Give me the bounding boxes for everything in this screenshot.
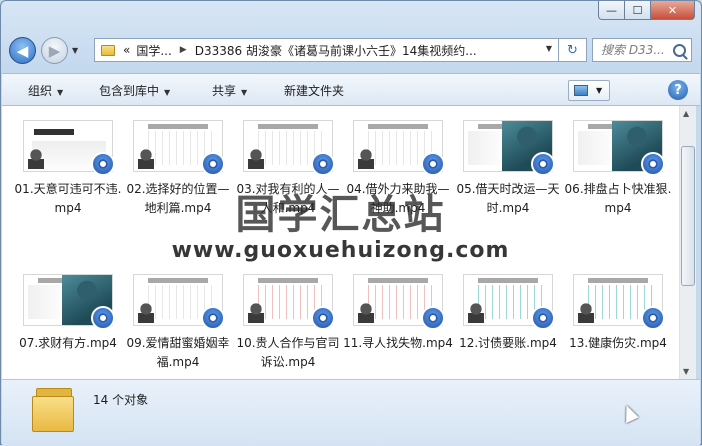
breadcrumb-item-guoxue[interactable]: 国学... (136, 42, 171, 59)
media-player-icon (311, 152, 335, 176)
minimize-button[interactable]: — (598, 1, 625, 20)
vertical-scrollbar[interactable]: ▲ ▼ (679, 106, 696, 379)
file-name: 04.借外力来助我—神助.mp4 (346, 182, 450, 215)
organize-label: 组织 (28, 84, 53, 98)
media-player-icon (531, 152, 555, 176)
file-name: 02.选择好的位置—地利篇.mp4 (126, 182, 230, 215)
change-view-button[interactable]: ▼ (568, 80, 610, 101)
file-name: 11.寻人找失物.mp4 (343, 336, 453, 350)
item-count: 14 个对象 (93, 393, 149, 407)
file-item[interactable]: 02.选择好的位置—地利篇.mp4 (122, 120, 234, 218)
media-player-icon (201, 306, 225, 330)
media-player-icon (641, 152, 665, 176)
file-name: 06.排盘占卜快准狠.mp4 (564, 182, 672, 215)
address-dropdown-icon[interactable]: ▼ (546, 44, 552, 53)
file-item[interactable]: 05.借天时改运—天时.mp4 (452, 120, 564, 218)
file-item[interactable]: 04.借外力来助我—神助.mp4 (342, 120, 454, 218)
media-player-icon (641, 306, 665, 330)
scroll-up-icon[interactable]: ▲ (683, 109, 689, 118)
media-player-icon (421, 152, 445, 176)
command-bar: 组织 ▼ 包含到库中 ▼ 共享 ▼ 新建文件夹 ▼ ? (2, 73, 700, 106)
breadcrumb-item-current-folder[interactable]: D33386 胡浚豪《诸葛马前课小六壬》14集视频约... (195, 42, 477, 59)
watermark-url: www.guoxuehuizong.com (171, 238, 510, 263)
include-library-menu[interactable]: 包含到库中 ▼ (99, 82, 170, 99)
file-item[interactable]: 10.贵人合作与官司诉讼.mp4 (232, 274, 344, 372)
close-button[interactable]: ✕ (651, 1, 695, 20)
chevron-down-icon: ▼ (164, 88, 171, 97)
file-item[interactable]: 01.天意可违可不违.mp4 (12, 120, 124, 218)
file-item[interactable]: 07.求财有方.mp4 (12, 274, 124, 353)
folder-icon (32, 386, 76, 432)
forward-button[interactable]: ▶ (41, 37, 68, 64)
explorer-window: — ☐ ✕ ◀ ▶ ▼ « 国学... ▶ D33386 胡浚豪《诸葛马前课小六… (0, 0, 702, 446)
breadcrumb-overflow[interactable]: « (123, 43, 130, 57)
view-icon (574, 85, 588, 96)
back-button[interactable]: ◀ (9, 37, 36, 64)
file-list: 01.天意可违可不违.mp4 02.选择好的位置—地利篇.mp4 03.对我有利的人… (2, 106, 679, 379)
media-player-icon (201, 152, 225, 176)
recent-pages-dropdown[interactable]: ▼ (72, 46, 78, 55)
file-name: 01.天意可违可不违.mp4 (14, 182, 122, 215)
file-name: 10.贵人合作与官司诉讼.mp4 (236, 336, 340, 369)
scroll-down-icon[interactable]: ▼ (683, 367, 689, 376)
address-bar[interactable]: « 国学... ▶ D33386 胡浚豪《诸葛马前课小六壬》14集视频约... … (94, 38, 559, 62)
file-item[interactable]: 13.健康伤灾.mp4 (562, 274, 674, 353)
file-name: 13.健康伤灾.mp4 (569, 336, 667, 350)
share-menu[interactable]: 共享 ▼ (212, 82, 247, 99)
search-input[interactable] (599, 42, 675, 58)
media-player-icon (421, 306, 445, 330)
caption-buttons: — ☐ ✕ (598, 1, 695, 20)
file-name: 05.借天时改运—天时.mp4 (456, 182, 560, 215)
share-label: 共享 (212, 84, 237, 98)
search-icon[interactable] (673, 44, 686, 57)
folder-icon (101, 44, 115, 56)
search-box[interactable] (592, 38, 692, 62)
file-name: 09.爱情甜蜜婚姻幸福.mp4 (126, 336, 230, 369)
file-name: 07.求财有方.mp4 (19, 336, 117, 350)
refresh-button[interactable]: ↻ (559, 38, 587, 62)
file-item[interactable]: 11.寻人找失物.mp4 (342, 274, 454, 353)
file-name: 03.对我有利的人—人和.mp4 (236, 182, 340, 215)
media-player-icon (531, 306, 555, 330)
scrollbar-thumb[interactable] (681, 146, 695, 286)
file-item[interactable]: 03.对我有利的人—人和.mp4 (232, 120, 344, 218)
media-player-icon (91, 306, 115, 330)
file-item[interactable]: 09.爱情甜蜜婚姻幸福.mp4 (122, 274, 234, 372)
media-player-icon (311, 306, 335, 330)
file-item[interactable]: 12.讨债要账.mp4 (452, 274, 564, 353)
organize-menu[interactable]: 组织 ▼ (28, 82, 63, 99)
chevron-down-icon: ▼ (57, 88, 64, 97)
file-item[interactable]: 06.排盘占卜快准狠.mp4 (562, 120, 674, 218)
file-name: 12.讨债要账.mp4 (459, 336, 557, 350)
chevron-down-icon: ▼ (596, 86, 603, 95)
new-folder-button[interactable]: 新建文件夹 (284, 82, 344, 99)
maximize-button[interactable]: ☐ (625, 1, 651, 20)
help-button[interactable]: ? (668, 80, 688, 100)
include-library-label: 包含到库中 (99, 84, 160, 98)
media-player-icon (91, 152, 115, 176)
breadcrumb-separator-icon[interactable]: ▶ (180, 45, 187, 55)
chevron-down-icon: ▼ (241, 88, 248, 97)
details-pane: 14 个对象 (2, 379, 700, 446)
